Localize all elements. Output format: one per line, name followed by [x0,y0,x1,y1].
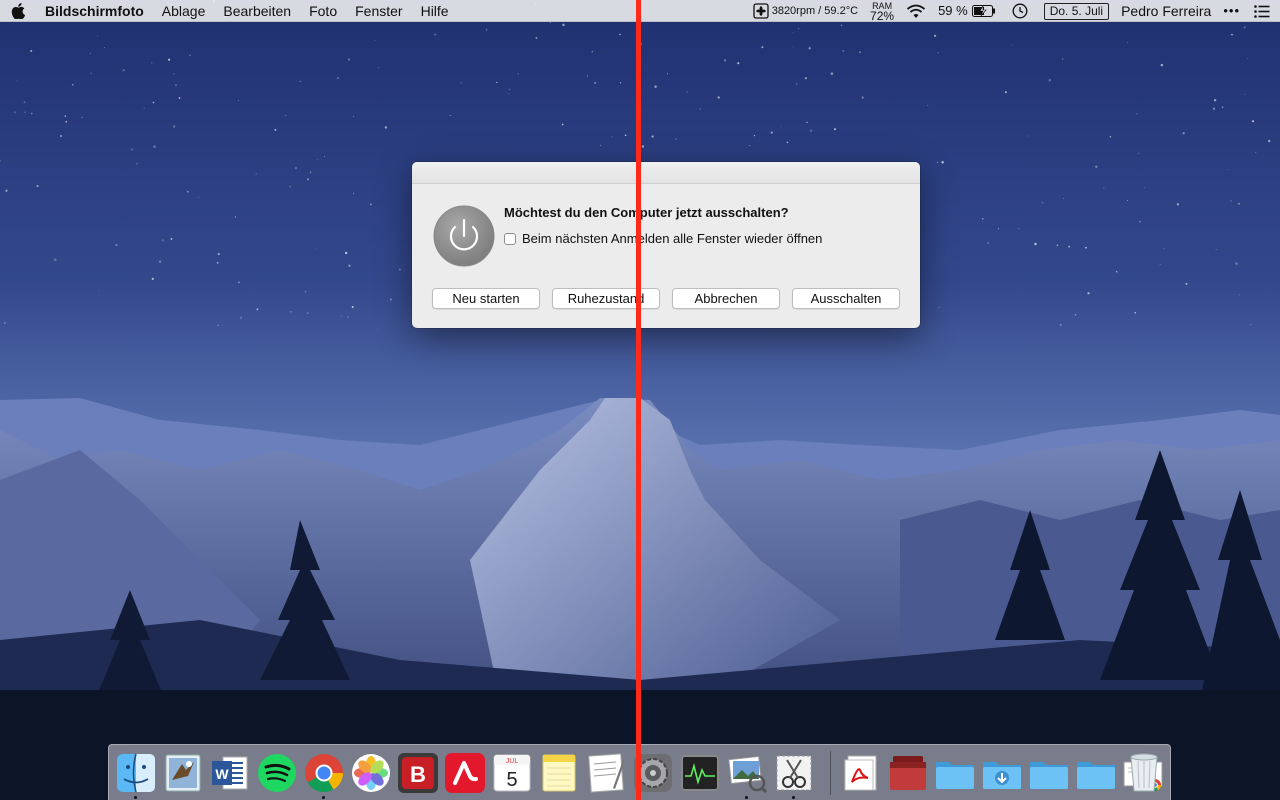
activity-monitor-icon[interactable] [679,752,721,794]
word-icon[interactable]: W [209,752,251,794]
menu-foto[interactable]: Foto [300,0,346,22]
books-icon[interactable] [887,752,929,794]
shutdown-button[interactable]: Ausschalten [792,288,900,309]
dialog-titlebar[interactable] [412,162,920,184]
screenshot-icon[interactable] [773,752,815,794]
mail-icon[interactable] [162,752,204,794]
menu-bearbeiten[interactable]: Bearbeiten [214,0,300,22]
finder-icon[interactable] [115,752,157,794]
dialog-title: Möchtest du den Computer jetzt ausschalt… [504,205,789,220]
more-menu[interactable]: ••• [1217,0,1246,22]
user-menu[interactable]: Pedro Ferreira [1115,0,1217,22]
battery-status[interactable]: 59 % [932,0,1002,22]
reopen-windows-option[interactable]: Beim nächsten Anmelden alle Fenster wied… [504,231,822,246]
downloads-folder-icon[interactable] [981,752,1023,794]
bitdefender-letter: B [410,762,426,787]
fan-icon [753,3,769,19]
red-annotation-line [636,0,641,800]
word-letter: W [215,766,229,782]
battery-percent: 59 % [938,3,968,18]
menu-hilfe[interactable]: Hilfe [412,0,458,22]
trash-icon[interactable] [1123,751,1165,793]
sleep-button[interactable]: Ruhezustand [552,288,660,309]
calendar-month: JUL [506,758,519,765]
notification-center-icon[interactable] [1246,4,1280,18]
date-status[interactable]: Do. 5. Juli [1038,2,1115,20]
spotify-icon[interactable] [256,752,298,794]
ram-status[interactable]: RAM 72% [864,1,900,22]
pdf-icon[interactable] [840,752,882,794]
notes-icon[interactable] [538,752,580,794]
apple-menu-icon[interactable] [0,0,36,22]
clock-icon[interactable] [1002,3,1038,19]
bitdefender-icon[interactable]: B [397,752,439,794]
calendar-day: 5 [506,769,517,791]
shutdown-dialog: Möchtest du den Computer jetzt ausschalt… [412,162,920,328]
date-text: Do. 5. Juli [1043,2,1110,20]
calendar-icon[interactable]: JUL 5 [491,752,533,794]
folder-icon[interactable] [934,752,976,794]
power-icon [433,205,495,267]
menu-fenster[interactable]: Fenster [346,0,411,22]
battery-charging-icon [971,5,995,17]
reopen-windows-checkbox[interactable] [504,232,516,245]
wifi-icon[interactable] [900,4,932,19]
folder-icon[interactable] [1075,752,1117,794]
textedit-icon[interactable] [585,752,627,794]
app-menu[interactable]: Bildschirmfoto [36,0,153,22]
fan-temp-text: 3820rpm / 59.2°C [771,5,859,17]
avira-icon[interactable] [444,752,486,794]
cancel-button[interactable]: Abbrechen [672,288,780,309]
dock-separator [830,751,831,795]
reopen-windows-label: Beim nächsten Anmelden alle Fenster wied… [522,231,823,246]
menu-ablage[interactable]: Ablage [153,0,215,22]
chrome-icon[interactable] [303,752,345,794]
restart-button[interactable]: Neu starten [432,288,540,309]
ram-value: 72% [870,8,895,23]
preview-icon[interactable] [726,752,768,794]
folder-icon[interactable] [1028,752,1070,794]
fan-temp-status[interactable]: 3820rpm / 59.2°C [747,0,864,22]
photos-icon[interactable] [350,752,392,794]
